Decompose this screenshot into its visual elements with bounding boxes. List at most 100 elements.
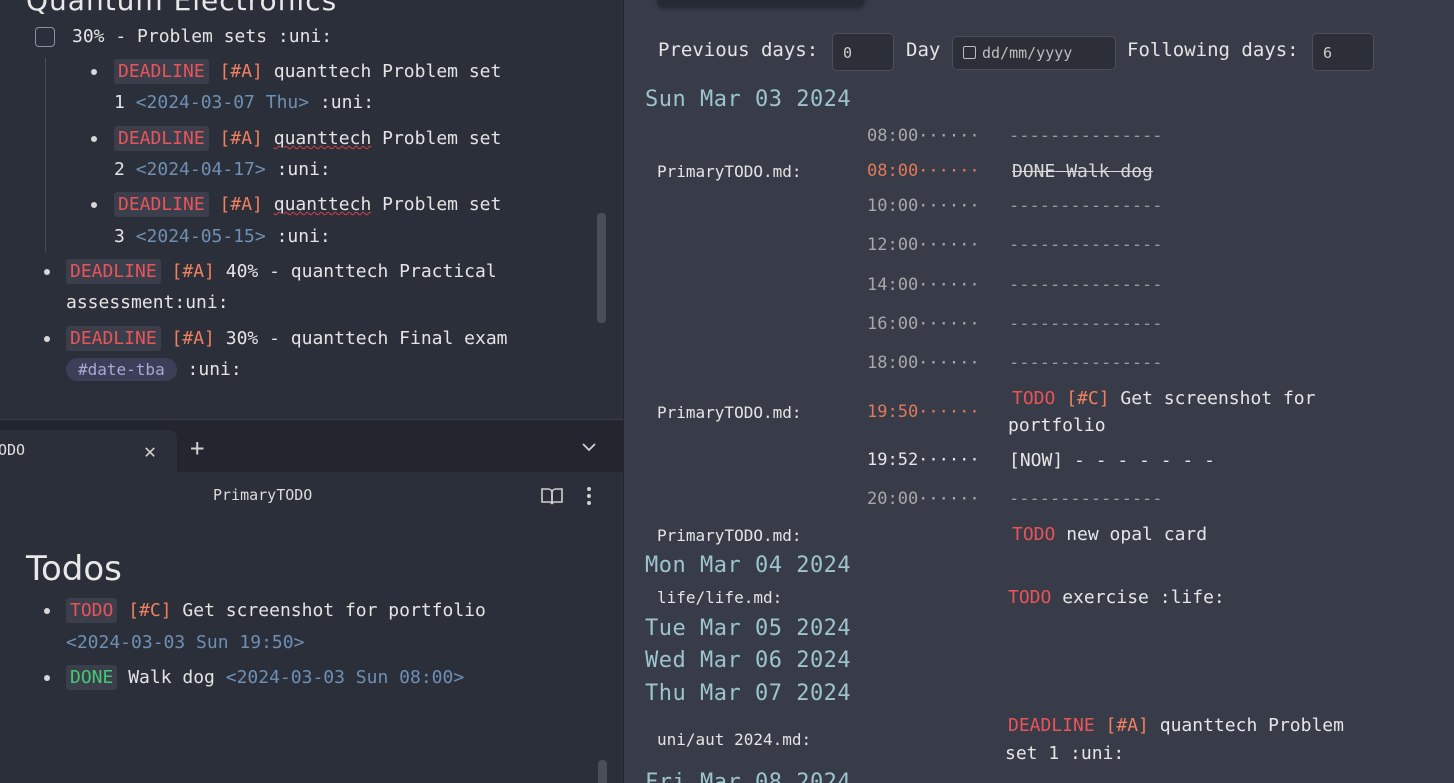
priority-tag: [#A] [1105,715,1149,736]
time-slot: 12:00······ [867,235,980,255]
item-tag: :uni: [187,359,242,380]
item-text: 30% - quanttech Final exam [225,328,508,349]
item-tag: :uni: [276,159,331,180]
toolbar-button[interactable] [658,0,864,6]
time-slot: 10:00······ [867,196,980,216]
bullet [91,69,97,75]
agenda-pane: Previous days: 0 Day dd/mm/yyyy Followin… [623,0,1454,783]
source-file[interactable]: PrimaryTODO.md: [657,526,802,545]
date-tba-tag[interactable]: #date-tba [66,358,177,381]
list-item-cont: #date-tba :uni: [66,358,242,381]
empty-slot: --------------- [1009,489,1163,509]
source-file[interactable]: PrimaryTODO.md: [657,162,802,181]
item-num: 2 [114,159,125,180]
list-item: DEADLINE [#A] quanttech Problem set [114,192,501,217]
empty-slot: --------------- [1009,314,1163,334]
view-title: PrimaryTODO [213,486,313,504]
scrollbar[interactable] [597,213,606,323]
todo-keyword: TODO [1012,388,1056,409]
source-file[interactable]: uni/aut 2024.md: [657,730,811,749]
agenda-day-header: Fri Mar 08 2024 [645,770,852,783]
agenda-entry[interactable]: TODO exercise :life: [1008,587,1225,608]
agenda-day-header: Mon Mar 04 2024 [645,553,852,578]
item-text: Problem set [371,61,502,82]
time-slot: 16:00······ [867,314,980,334]
editor-top[interactable]: Quantum Electronics 30% - Problem sets :… [0,0,623,419]
todo-keyword: TODO [66,598,118,623]
agenda-day-header: Thu Mar 07 2024 [645,681,852,706]
following-days-input[interactable]: 6 [1312,33,1374,71]
entry-text: Walk dog [1055,161,1153,182]
priority-tag: [#A] [219,128,263,149]
previous-days-label: Previous days: [658,39,819,61]
deadline-keyword: DEADLINE [114,126,209,151]
time-slot: 18:00······ [867,353,980,373]
list-item-cont: 2 <2024-04-17> :uni: [114,159,331,180]
deadline-keyword: DEADLINE [114,192,209,217]
priority-tag: [#A] [171,261,215,282]
item-date: <2024-03-07 Thu> [135,92,310,113]
priority-tag: [#A] [219,194,263,215]
bullet [44,608,50,614]
todos-heading: Todos [26,549,122,589]
following-days-label: Following days: [1127,39,1299,61]
priority-tag: [#A] [171,328,215,349]
todo-date: <2024-03-03 Sun 08:00> [225,667,465,688]
time-slot: 20:00······ [867,489,980,509]
agenda-day-header: Wed Mar 06 2024 [645,648,852,673]
problem-sets-line: 30% - Problem sets :uni: [72,26,333,47]
agenda-entry[interactable]: TODO [#C] Get screenshot for [1012,388,1315,409]
todo-text: Walk dog [128,667,215,688]
empty-slot: --------------- [1009,353,1163,373]
source-file[interactable]: PrimaryTODO.md: [657,403,802,422]
entry-text-cont: portfolio [1008,415,1106,436]
todo-item: TODO [#C] Get screenshot for portfolio [66,598,486,623]
agenda-day-header: Sun Mar 03 2024 [645,87,852,112]
time-slot-now: 19:52······ [867,450,980,470]
close-icon[interactable]: ✕ [144,439,156,463]
priority-tag: [#C] [128,600,172,621]
agenda-day-header: Tue Mar 05 2024 [645,616,852,641]
priority-tag: [#A] [219,61,263,82]
scrollbar[interactable] [598,760,607,783]
time-slot: 08:00······ [867,126,980,146]
item-text: quanttech [273,194,372,215]
list-item: DEADLINE [#A] 40% - quanttech Practical [66,259,497,284]
agenda-entry[interactable]: TODO new opal card [1012,524,1207,545]
tab-bar: ODO ✕ + [0,419,623,473]
calendar-icon[interactable] [963,46,976,59]
entry-text: quanttech Problem [1159,715,1344,736]
empty-slot: --------------- [1009,196,1163,216]
more-vertical-icon[interactable] [580,486,598,506]
now-marker: [NOW] - - - - - - - [1009,450,1215,471]
empty-slot: --------------- [1009,235,1163,255]
item-date: <2024-05-15> [135,226,266,247]
previous-days-input[interactable]: 0 [832,33,894,71]
task-checkbox[interactable] [35,27,55,47]
done-keyword: DONE [1012,161,1056,182]
agenda-entry[interactable]: DONE Walk dog [1012,161,1153,182]
item-text: Problem set [371,128,502,149]
list-item: DEADLINE [#A] quanttech Problem set [114,126,502,151]
empty-slot: --------------- [1009,275,1163,295]
bullet [44,269,50,275]
source-file[interactable]: life/life.md: [657,588,782,607]
todo-date: <2024-03-03 Sun 19:50> [66,632,305,653]
todo-keyword: TODO [1012,524,1056,545]
todo-keyword: TODO [1008,587,1052,608]
day-label: Day [906,39,941,61]
item-date: <2024-04-17> [135,159,266,180]
todo-text: Get screenshot for portfolio [182,600,486,621]
plus-icon[interactable]: + [190,434,204,462]
item-text: quanttech [273,128,372,149]
list-item-cont: 3 <2024-05-15> :uni: [114,226,331,247]
chevron-down-icon[interactable] [581,439,597,455]
bullet [44,675,50,681]
section-heading: Quantum Electronics [26,0,338,17]
book-open-icon[interactable] [541,487,563,505]
agenda-entry[interactable]: DEADLINE [#A] quanttech Problem [1008,715,1344,736]
day-date-input[interactable]: dd/mm/yyyy [952,36,1116,70]
item-tag: :uni: [319,92,375,113]
left-pane: Quantum Electronics 30% - Problem sets :… [0,0,623,783]
tab-primarytodo[interactable]: ODO ✕ [0,430,177,473]
